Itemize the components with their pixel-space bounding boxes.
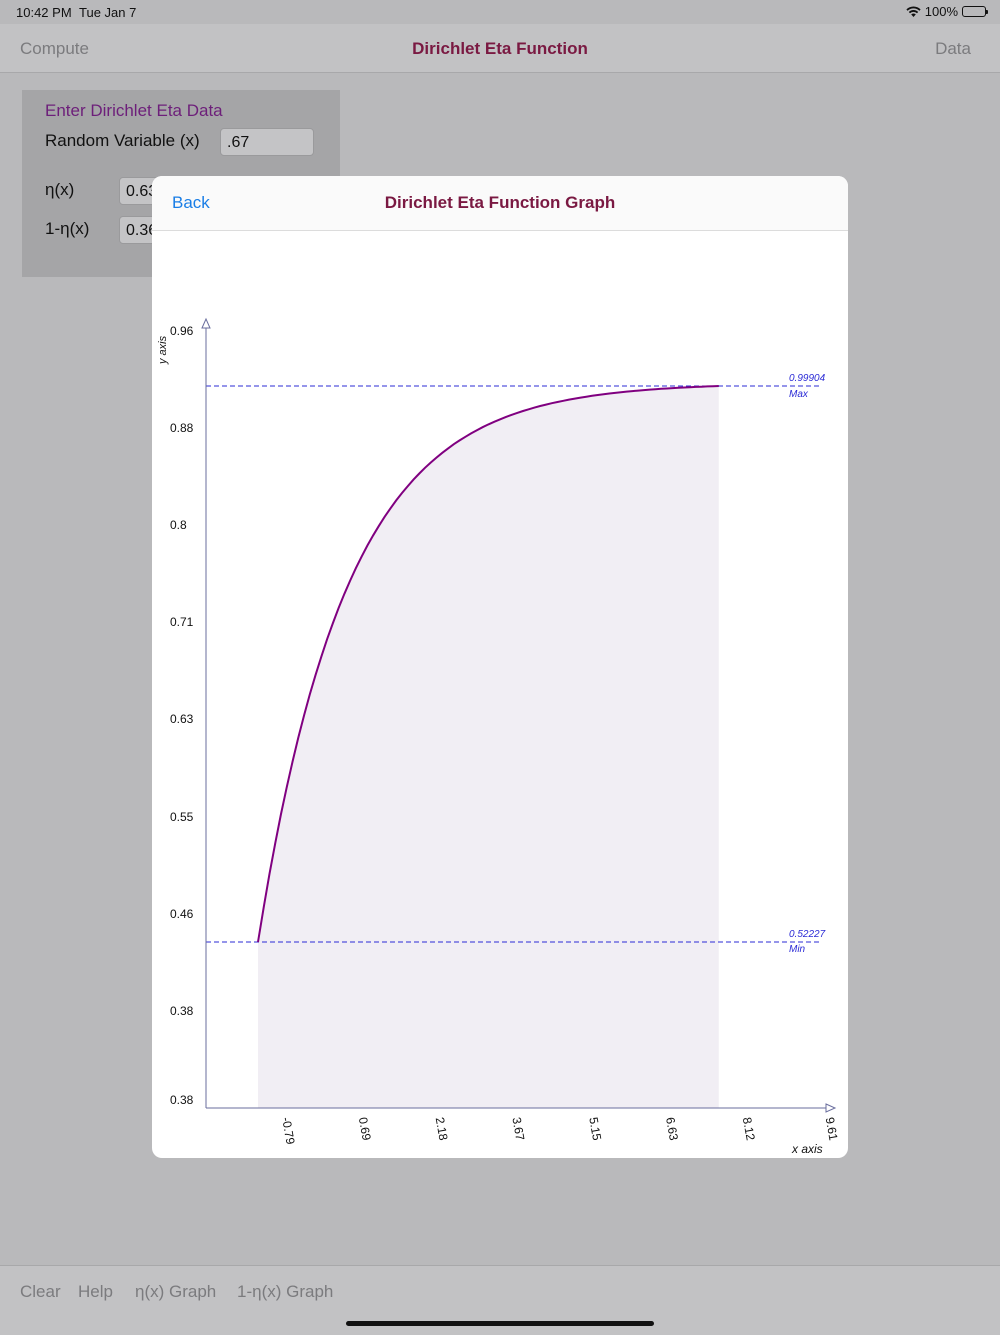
- x-tick-label: 5.15: [586, 1116, 604, 1142]
- x-axis-arrow: [825, 1103, 837, 1113]
- y-axis-arrow: [201, 317, 211, 329]
- random-variable-label: Random Variable (x): [45, 131, 200, 150]
- y-axis-title: y axis: [157, 335, 169, 365]
- x-axis-title: x axis: [791, 1142, 823, 1156]
- y-tick-label: 0.88: [170, 421, 194, 435]
- x-tick-label: 8.12: [740, 1116, 758, 1142]
- eta-label: η(x): [45, 180, 75, 199]
- complement-graph-button[interactable]: 1-η(x) Graph: [237, 1282, 333, 1302]
- status-date: Tue Jan 7: [79, 5, 137, 20]
- status-time: 10:42 PM: [16, 5, 72, 20]
- y-tick-label: 0.8: [170, 518, 187, 532]
- x-tick-label: 6.63: [663, 1116, 681, 1142]
- area-fill: [258, 386, 719, 1108]
- home-indicator: [346, 1321, 654, 1326]
- battery-percent: 100%: [924, 4, 958, 19]
- x-tick-label: 0.69: [356, 1116, 374, 1142]
- wifi-icon: [906, 6, 921, 17]
- graph-modal: Back Dirichlet Eta Function Graph 0.9990…: [152, 176, 848, 1158]
- navigation-bar: Compute Dirichlet Eta Function Data: [0, 24, 1000, 73]
- page-title: Dirichlet Eta Function: [412, 39, 588, 58]
- min-label: Min: [789, 944, 806, 955]
- max-label: Max: [789, 389, 809, 400]
- y-tick-label: 0.38: [170, 1004, 194, 1018]
- help-button[interactable]: Help: [78, 1282, 113, 1302]
- status-indicators: 100%: [906, 4, 988, 19]
- x-tick-label: 9.61: [823, 1116, 841, 1142]
- y-tick-label: 0.63: [170, 712, 194, 726]
- data-button[interactable]: Data: [935, 39, 971, 59]
- x-tick-label: -0.79: [279, 1116, 298, 1146]
- y-tick-label: 0.55: [170, 810, 194, 824]
- battery-icon: [962, 6, 988, 17]
- max-value-label: 0.99904: [789, 373, 826, 384]
- y-tick-label: 0.96: [170, 324, 194, 338]
- complement-label: 1-η(x): [45, 219, 90, 238]
- min-value-label: 0.52227: [789, 929, 826, 940]
- x-tick-label: 3.67: [509, 1116, 527, 1142]
- y-tick-label: 0.46: [170, 907, 194, 921]
- eta-graph-button[interactable]: η(x) Graph: [135, 1282, 216, 1302]
- panel-heading: Enter Dirichlet Eta Data: [45, 101, 223, 120]
- x-tick-label: 2.18: [433, 1116, 451, 1142]
- y-tick-label: 0.71: [170, 615, 194, 629]
- random-variable-input[interactable]: .67: [220, 128, 314, 156]
- status-bar: 10:42 PM Tue Jan 7 100%: [0, 0, 1000, 24]
- eta-graph: 0.99904 Max 0.52227 Min 0.38 0.38 0.46 0.55 0.63…: [157, 317, 841, 1156]
- clear-button[interactable]: Clear: [20, 1282, 61, 1302]
- y-tick-label: 0.38: [170, 1093, 194, 1107]
